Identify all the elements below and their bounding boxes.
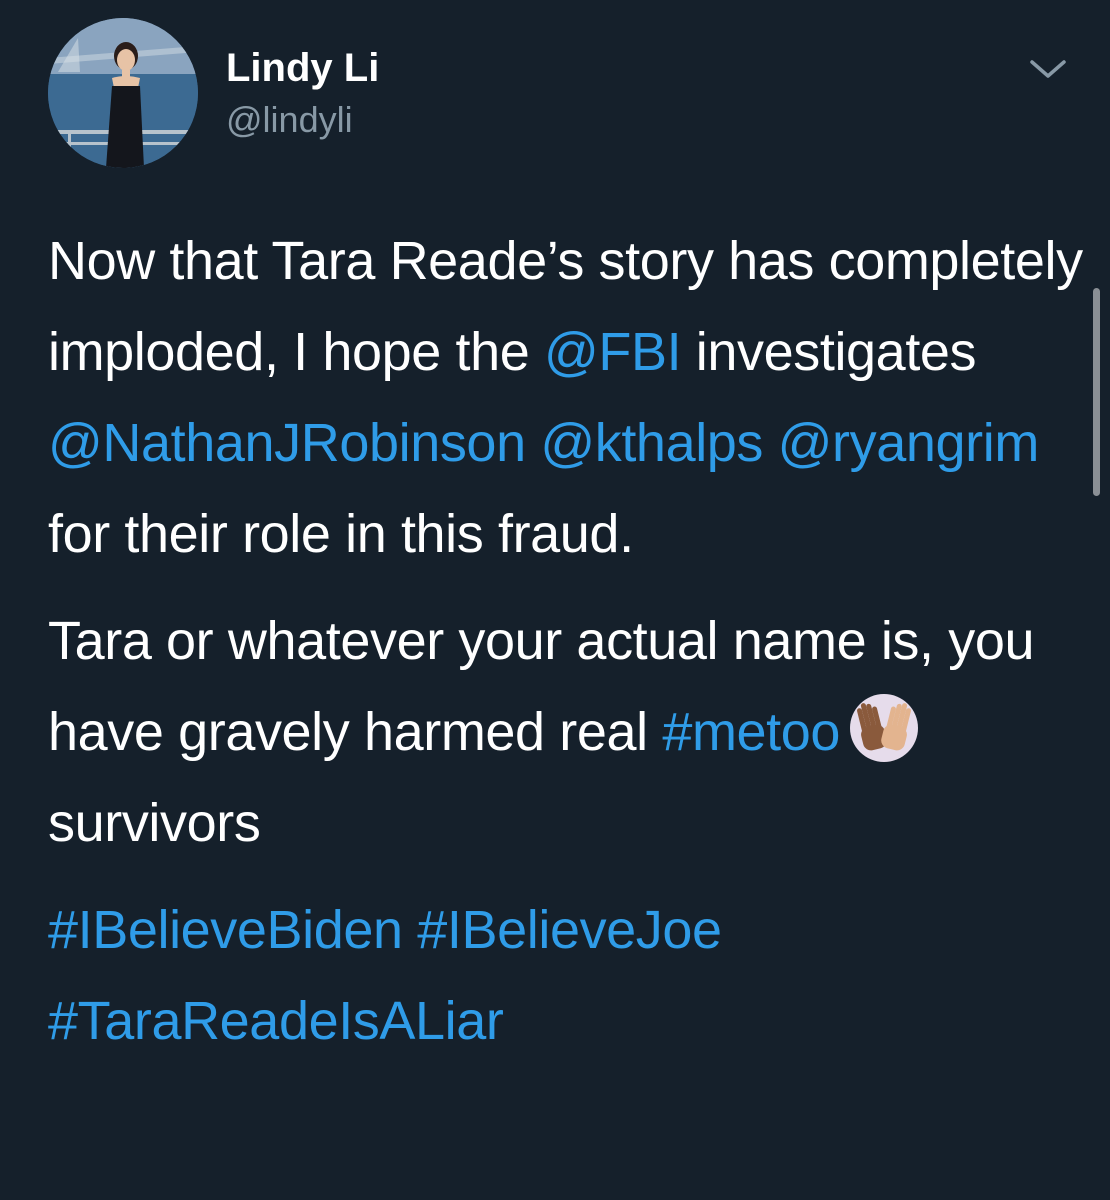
tweet-text-segment: for their role in this fraud. (48, 504, 634, 564)
tweet: Lindy Li @lindyli Now that Tara Reade’s … (0, 0, 1110, 1200)
hashtag-link[interactable]: #IBelieveBiden (48, 900, 403, 960)
hashtag-link[interactable]: #metoo (662, 702, 840, 762)
tweet-menu-button[interactable] (1026, 54, 1070, 84)
tweet-text-segment (403, 900, 418, 960)
display-name[interactable]: Lindy Li (226, 44, 379, 92)
profile-photo-icon (48, 18, 198, 168)
tweet-text-segment: survivors (48, 793, 261, 853)
user-handle[interactable]: @lindyli (226, 98, 353, 142)
mention-link[interactable]: @ryangrim (778, 413, 1040, 473)
mention-link[interactable]: @FBI (544, 322, 682, 382)
tweet-paragraph: #IBelieveBiden #IBelieveJoe #TaraReadeIs… (48, 885, 1088, 1067)
hashtag-link[interactable]: #IBelieveJoe (417, 900, 722, 960)
avatar[interactable] (48, 18, 198, 168)
chevron-down-icon (1030, 60, 1066, 78)
tweet-paragraph: Now that Tara Reade’s story has complete… (48, 216, 1088, 580)
mention-link[interactable]: @NathanJRobinson (48, 413, 526, 473)
tweet-text-segment (526, 413, 541, 473)
tweet-paragraph: Tara or whatever your actual name is, yo… (48, 596, 1088, 869)
scrollbar[interactable] (1093, 288, 1100, 496)
hashtag-link[interactable]: #TaraReadeIsALiar (48, 991, 504, 1051)
mention-link[interactable]: @kthalps (540, 413, 763, 473)
tweet-text: Now that Tara Reade’s story has complete… (48, 216, 1088, 1067)
tweet-text-segment: investigates (681, 322, 977, 382)
tweet-text-segment (763, 413, 778, 473)
raised-hands-emoji-icon (848, 692, 920, 764)
